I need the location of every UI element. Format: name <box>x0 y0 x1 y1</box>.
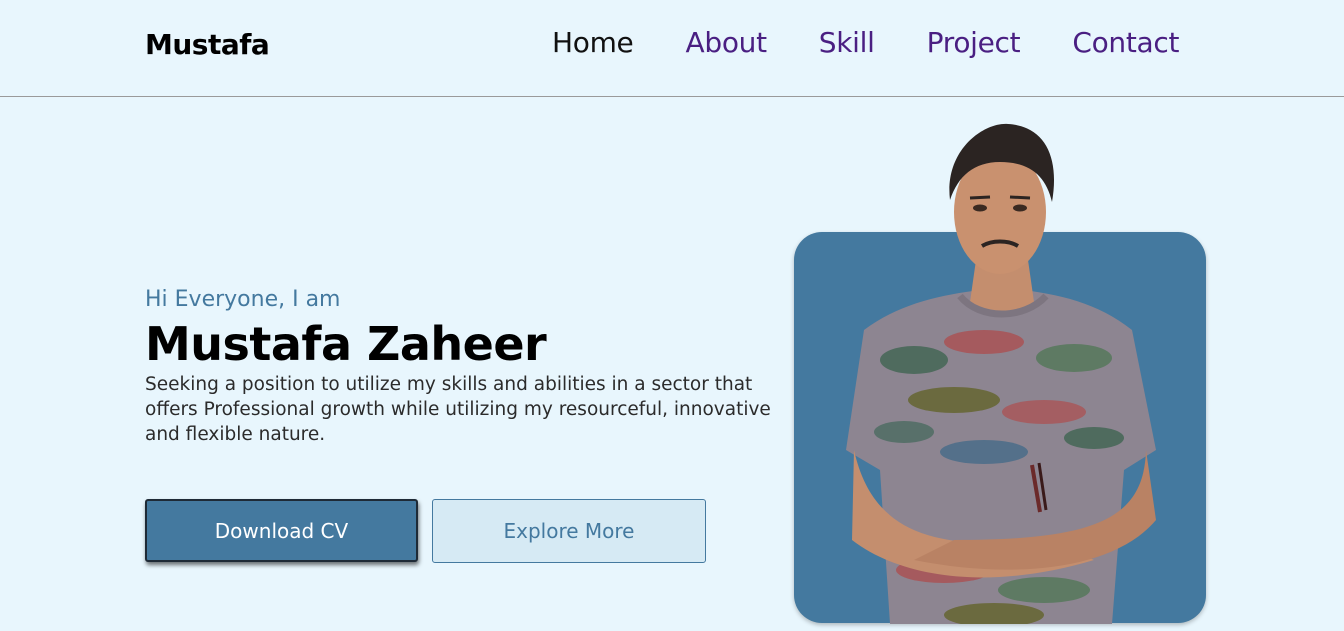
download-cv-button[interactable]: Download CV <box>145 499 418 562</box>
navbar: Mustafa Home About Skill Project Contact <box>0 0 1344 97</box>
nav-link-about[interactable]: About <box>686 26 768 59</box>
hero-summary: Seeking a position to utilize my skills … <box>145 374 771 445</box>
profile-photo <box>794 120 1206 624</box>
nav-links: Home About Skill Project Contact <box>552 26 1179 59</box>
nav-link-home[interactable]: Home <box>552 26 634 59</box>
nav-link-contact[interactable]: Contact <box>1072 26 1179 59</box>
nav-link-project[interactable]: Project <box>927 26 1021 59</box>
hero-greeting: Hi Everyone, I am <box>145 287 341 312</box>
nav-link-skill[interactable]: Skill <box>819 26 875 59</box>
hero-name: Mustafa Zaheer <box>145 317 547 371</box>
explore-more-button[interactable]: Explore More <box>432 499 706 563</box>
hero-intro: Hi Everyone, I am Mustafa Zaheer Seeking… <box>145 287 785 447</box>
profile-photo-card <box>794 120 1206 624</box>
site-logo[interactable]: Mustafa <box>145 28 270 61</box>
